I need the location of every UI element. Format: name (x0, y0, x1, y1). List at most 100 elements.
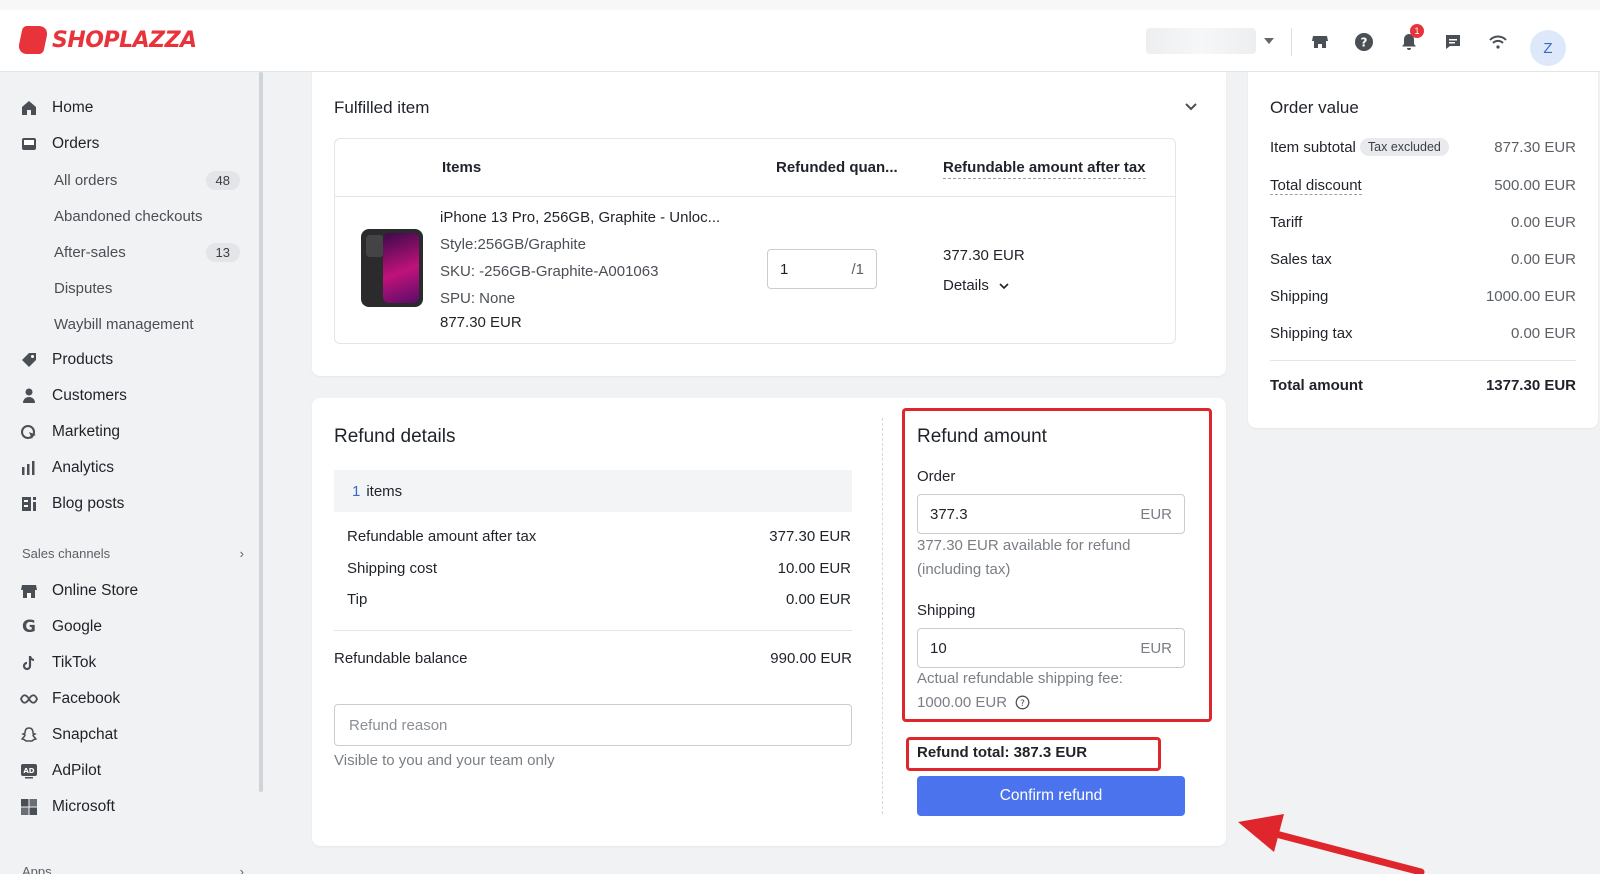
row-value: 1000.00 EUR (1485, 288, 1576, 305)
refund-card: Refund details 1 items Refundable amount… (312, 398, 1226, 846)
person-icon (20, 387, 38, 405)
sidebar-item-snapchat[interactable]: Snapchat (20, 721, 118, 749)
row-value: 500.00 EUR (1494, 177, 1576, 194)
refund-reason-input[interactable] (334, 704, 852, 746)
tax-excluded-pill: Tax excluded (1359, 138, 1449, 156)
product-style: Style:256GB/Graphite (440, 236, 586, 253)
sidebar-item-label: Home (52, 99, 94, 116)
sidebar-item-marketing[interactable]: Marketing (20, 418, 120, 446)
row-label: Shipping tax (1270, 325, 1353, 342)
row-label[interactable]: Total discount (1270, 177, 1362, 195)
product-price: 877.30 EUR (440, 314, 522, 331)
sidebar-subitem-abandoned[interactable]: Abandoned checkouts (54, 202, 240, 230)
count-badge: 48 (205, 170, 240, 190)
card-title: Fulfilled item (334, 98, 430, 117)
google-icon: G (22, 617, 36, 637)
product-name[interactable]: iPhone 13 Pro, 256GB, Graphite - Unloc..… (440, 209, 720, 226)
help-icon[interactable]: ? (1352, 30, 1376, 54)
sidebar-item-google[interactable]: G Google (20, 613, 102, 641)
sidebar-item-label: Google (52, 618, 102, 635)
store-selector[interactable] (1146, 22, 1282, 60)
adpilot-icon: AD (20, 762, 38, 780)
details-toggle[interactable]: Details (943, 277, 1009, 294)
refundable-balance-row: Refundable balance 990.00 EUR (334, 650, 852, 667)
svg-text:?: ? (1361, 36, 1368, 50)
sales-channels-header[interactable]: Sales channels › (22, 546, 244, 561)
sidebar-item-adpilot[interactable]: AD AdPilot (20, 757, 101, 785)
row-label: Refundable amount after tax (347, 528, 537, 545)
bell-icon[interactable]: 1 (1397, 24, 1424, 54)
refund-reason-hint: Visible to you and your team only (334, 752, 555, 769)
row-label: Shipping cost (347, 560, 438, 577)
refund-amount-highlight (902, 408, 1212, 722)
section-title: Sales channels (22, 546, 111, 561)
sidebar-item-online-store[interactable]: Online Store (20, 577, 138, 605)
ov-row-shipping-tax: Shipping tax 0.00 EUR (1270, 325, 1576, 342)
row-value: 10.00 EUR (777, 560, 851, 577)
refund-row-amount: Refundable amount after tax 377.30 EUR (347, 528, 851, 545)
row-value: 1377.30 EUR (1485, 377, 1576, 394)
column-divider (882, 418, 883, 814)
sidebar-item-label: Analytics (52, 459, 115, 476)
phone-camera (366, 235, 384, 257)
logo-text: SHOPLAZZA (52, 27, 197, 53)
sidebar-item-label: Customers (52, 387, 127, 404)
sidebar-item-customers[interactable]: Customers (20, 382, 127, 410)
logo-mark-icon (17, 26, 49, 54)
sidebar-subitem-waybill[interactable]: Waybill management (54, 310, 240, 338)
ov-row-total: Total amount 1377.30 EUR (1270, 377, 1576, 394)
row-value: 990.00 EUR (770, 650, 852, 667)
sidebar-item-label: Facebook (52, 690, 121, 707)
sidebar-subitem-after-sales[interactable]: After-sales 13 (54, 238, 240, 266)
sidebar-scrollbar[interactable] (259, 72, 263, 792)
row-label: Sales tax (1270, 251, 1332, 268)
row-label: Refundable balance (334, 650, 468, 667)
ov-row-discount: Total discount 500.00 EUR (1270, 177, 1576, 195)
bar-chart-icon (20, 459, 38, 477)
sidebar-item-microsoft[interactable]: Microsoft (20, 793, 115, 821)
annotation-arrow-icon (1238, 814, 1425, 874)
apps-header[interactable]: Apps › (22, 864, 244, 874)
row-label: Shipping (1270, 288, 1329, 305)
refund-details-title: Refund details (334, 426, 456, 447)
store-icon (20, 582, 38, 600)
sidebar-item-home[interactable]: Home (20, 94, 93, 122)
sidebar-item-analytics[interactable]: Analytics (20, 454, 114, 482)
blog-icon (20, 495, 38, 513)
sidebar-item-products[interactable]: Products (20, 346, 113, 374)
refund-row-tip: Tip 0.00 EUR (347, 591, 851, 608)
sidebar-item-label: Marketing (52, 423, 121, 440)
confirm-refund-button[interactable]: Confirm refund (917, 776, 1185, 816)
refund-quantity-input[interactable]: 1 /1 (767, 249, 877, 289)
sidebar-item-label: Snapchat (52, 726, 118, 743)
subitem-label: Waybill management (54, 315, 194, 333)
sidebar-item-tiktok[interactable]: TikTok (20, 649, 96, 677)
header-divider (1291, 28, 1292, 56)
row-label: Item subtotal (1270, 138, 1356, 156)
sidebar-item-facebook[interactable]: Facebook (20, 685, 120, 713)
shoplazza-logo[interactable]: SHOPLAZZA (17, 26, 197, 54)
sidebar-item-label: Online Store (52, 582, 139, 599)
store-icon[interactable] (1308, 30, 1332, 54)
avatar[interactable]: Z (1530, 30, 1566, 66)
row-label: Tariff (1270, 214, 1303, 231)
items-table: Items Refunded quan... Refundable amount… (334, 138, 1176, 344)
tag-icon (20, 351, 38, 369)
fulfilled-item-card: Fulfilled item Items Refunded quan... Re… (312, 72, 1226, 376)
caret-down-icon (1264, 38, 1274, 44)
wifi-icon[interactable] (1486, 30, 1510, 54)
chevron-down-icon[interactable] (1184, 100, 1198, 118)
chat-icon[interactable] (1441, 30, 1465, 54)
sidebar-item-orders[interactable]: Orders (20, 130, 99, 158)
product-sku: SKU: -256GB-Graphite-A001063 (440, 263, 659, 280)
ov-row-subtotal: Item subtotal Tax excluded 877.30 EUR (1270, 138, 1576, 156)
row-value: 0.00 EUR (1510, 251, 1576, 268)
sidebar-item-label: TikTok (52, 654, 97, 671)
ov-row-shipping: Shipping 1000.00 EUR (1270, 288, 1576, 305)
sidebar-item-blog-posts[interactable]: Blog posts (20, 490, 124, 518)
section-title: Apps (22, 864, 52, 874)
sidebar-subitem-disputes[interactable]: Disputes (54, 274, 240, 302)
sidebar-subitem-all-orders[interactable]: All orders 48 (54, 166, 240, 194)
sidebar-item-label: Microsoft (52, 798, 115, 815)
subtotal-label-wrap: Item subtotal Tax excluded (1270, 138, 1449, 156)
